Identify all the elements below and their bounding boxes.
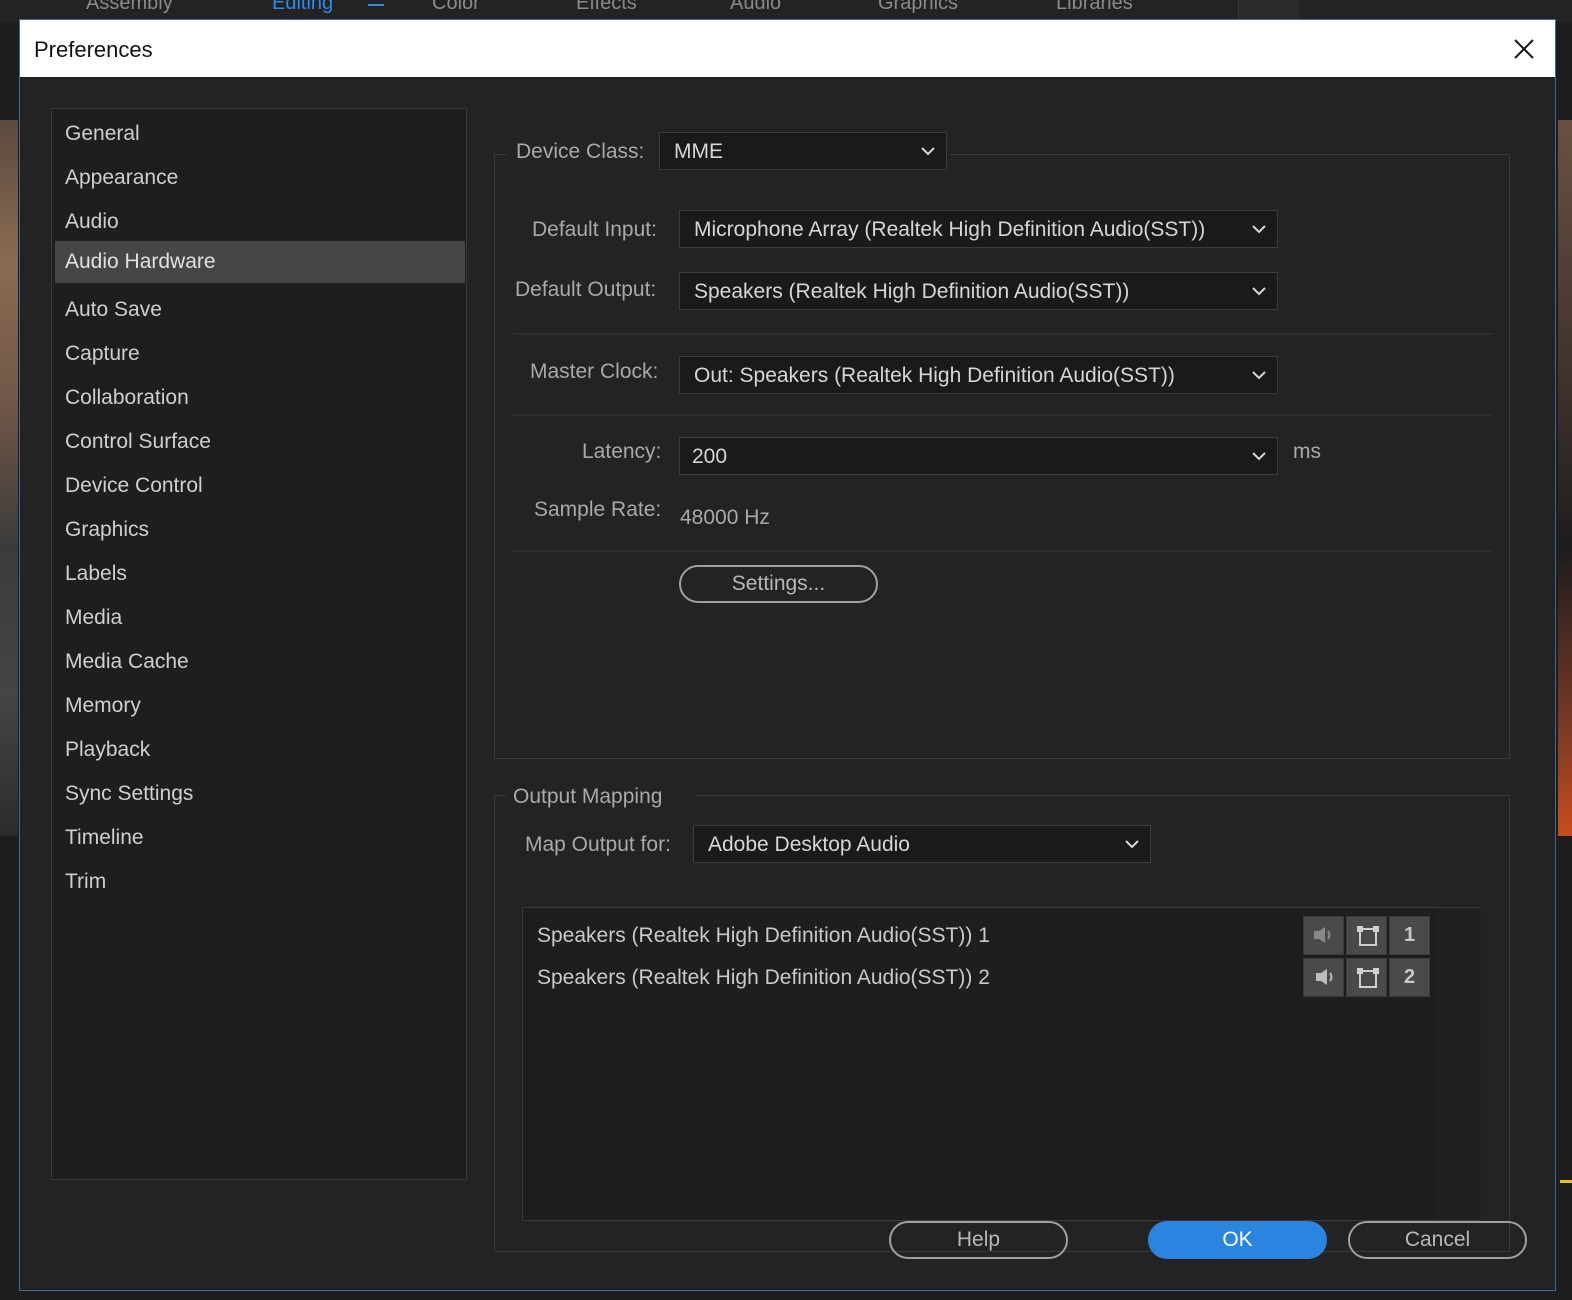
ok-button[interactable]: OK: [1148, 1221, 1327, 1259]
chevron-down-icon: [1252, 371, 1266, 380]
cancel-button[interactable]: Cancel: [1348, 1221, 1527, 1259]
latency-unit: ms: [1293, 440, 1321, 463]
dialog-title: Preferences: [34, 37, 153, 62]
workspace-tab-audio[interactable]: Audio: [730, 0, 781, 15]
map-output-for-value: Adobe Desktop Audio: [708, 833, 910, 856]
workspace-tab-effects[interactable]: Effects: [576, 0, 637, 15]
device-class-label: Device Class:: [516, 140, 645, 163]
workspace-tab-libraries[interactable]: Libraries: [1056, 0, 1133, 15]
category-playback[interactable]: Playback: [55, 729, 465, 771]
sample-rate-value: 48000 Hz: [680, 506, 770, 529]
category-memory[interactable]: Memory: [55, 685, 465, 727]
workspace-tab-color[interactable]: Color: [432, 0, 480, 15]
speaker-channel-cell-2[interactable]: [1303, 958, 1344, 997]
speaker-channel-cell-1[interactable]: [1303, 916, 1344, 955]
category-capture[interactable]: Capture: [55, 333, 465, 375]
sample-rate-label: Sample Rate:: [534, 498, 662, 521]
background-video-right: [1558, 120, 1572, 836]
channel-number-2[interactable]: 2: [1389, 958, 1430, 997]
category-appearance[interactable]: Appearance: [55, 157, 465, 199]
category-auto-save[interactable]: Auto Save: [55, 289, 465, 331]
channel-number-1[interactable]: 1: [1389, 916, 1430, 955]
category-list: General Appearance Audio Audio Hardware …: [51, 108, 467, 1180]
category-media-cache[interactable]: Media Cache: [55, 641, 465, 683]
category-trim[interactable]: Trim: [55, 861, 465, 903]
device-class-dropdown[interactable]: MME: [659, 132, 947, 170]
master-clock-value: Out: Speakers (Realtek High Definition A…: [694, 364, 1175, 387]
preferences-dialog: Preferences General Appearance Audio Aud…: [19, 19, 1556, 1291]
divider: [513, 550, 1492, 552]
default-input-dropdown[interactable]: Microphone Array (Realtek High Definitio…: [679, 210, 1278, 248]
category-device-control[interactable]: Device Control: [55, 465, 465, 507]
category-audio-hardware[interactable]: Audio Hardware: [55, 241, 465, 283]
help-button[interactable]: Help: [889, 1221, 1068, 1259]
output-mapping-list: Speakers (Realtek High Definition Audio(…: [522, 907, 1481, 1221]
output-mapping-legend: Output Mapping: [513, 785, 663, 808]
divider: [513, 333, 1492, 335]
workspace-menu-icon[interactable]: [368, 4, 384, 6]
latency-label: Latency:: [582, 440, 662, 463]
map-output-for-label: Map Output for:: [525, 833, 671, 856]
default-output-dropdown[interactable]: Speakers (Realtek High Definition Audio(…: [679, 272, 1278, 310]
chevron-down-icon: [1252, 225, 1266, 234]
category-timeline[interactable]: Timeline: [55, 817, 465, 859]
background-playhead-marker: [1560, 1180, 1572, 1183]
category-control-surface[interactable]: Control Surface: [55, 421, 465, 463]
close-button[interactable]: [1507, 32, 1541, 66]
output-channel-row-2: Speakers (Realtek High Definition Audio(…: [537, 966, 990, 989]
chevron-down-icon: [1252, 287, 1266, 296]
master-clock-label: Master Clock:: [530, 360, 659, 383]
speaker-icon: [1314, 927, 1331, 943]
map-output-for-dropdown[interactable]: Adobe Desktop Audio: [693, 825, 1151, 863]
mapping-cell-1[interactable]: [1346, 916, 1387, 955]
dialog-titlebar: Preferences: [20, 20, 1555, 77]
latency-dropdown[interactable]: 200: [679, 437, 1278, 475]
output-frame-icon: [1357, 968, 1379, 988]
chevron-down-icon: [921, 147, 935, 156]
chevron-down-icon: [1252, 452, 1266, 461]
category-collaboration[interactable]: Collaboration: [55, 377, 465, 419]
workspace-tab-editing[interactable]: Editing: [272, 0, 333, 15]
chevron-down-icon: [1125, 840, 1139, 849]
divider: [513, 414, 1492, 416]
category-sync-settings[interactable]: Sync Settings: [55, 773, 465, 815]
settings-button[interactable]: Settings...: [679, 565, 878, 603]
category-graphics[interactable]: Graphics: [55, 509, 465, 551]
output-frame-icon: [1357, 926, 1379, 946]
workspace-tab-graphics[interactable]: Graphics: [878, 0, 958, 15]
default-input-label: Default Input:: [532, 218, 657, 241]
category-audio[interactable]: Audio: [55, 201, 465, 243]
mapping-column-strip: [1437, 908, 1481, 1220]
master-clock-dropdown[interactable]: Out: Speakers (Realtek High Definition A…: [679, 356, 1278, 394]
category-labels[interactable]: Labels: [55, 553, 465, 595]
background-video-left: [0, 120, 18, 836]
device-class-value: MME: [674, 140, 723, 163]
default-output-label: Default Output:: [515, 278, 657, 301]
workspace-tab-assembly[interactable]: Assembly: [86, 0, 173, 15]
default-input-value: Microphone Array (Realtek High Definitio…: [694, 218, 1206, 241]
workspace-overflow-button[interactable]: [1238, 0, 1299, 20]
default-output-value: Speakers (Realtek High Definition Audio(…: [694, 280, 1130, 303]
speaker-icon: [1316, 969, 1333, 985]
category-general[interactable]: General: [55, 113, 465, 155]
category-media[interactable]: Media: [55, 597, 465, 639]
output-channel-row-1: Speakers (Realtek High Definition Audio(…: [537, 924, 990, 947]
close-icon: [1514, 39, 1534, 59]
mapping-cell-2[interactable]: [1346, 958, 1387, 997]
latency-value: 200: [692, 445, 728, 468]
